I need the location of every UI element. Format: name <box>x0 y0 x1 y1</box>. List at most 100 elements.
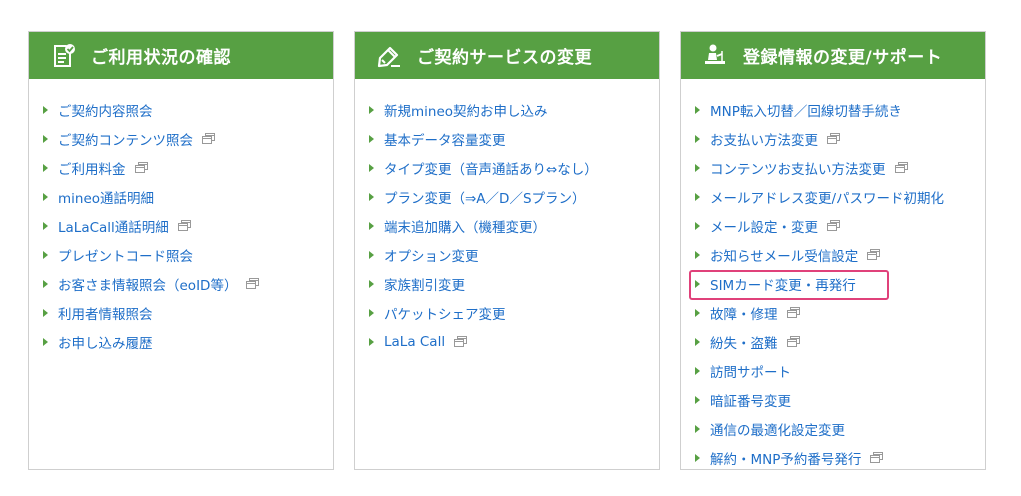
external-window-icon <box>870 452 884 463</box>
external-window-icon <box>454 336 468 347</box>
arrow-icon <box>43 279 48 288</box>
menu-link[interactable]: SIMカード変更・再発行 <box>710 274 856 294</box>
menu-item-present-code[interactable]: プレゼントコード照会 <box>29 240 333 269</box>
arrow-icon <box>43 221 48 230</box>
menu-list: MNP転入切替／回線切替手続き お支払い方法変更 コンテンツお支払い方法変更 メ… <box>681 79 985 472</box>
menu-link[interactable]: お申し込み履歴 <box>58 332 153 352</box>
menu-link[interactable]: 故障・修理 <box>710 303 778 323</box>
pencil-edit-icon <box>377 46 400 67</box>
panel-header: ご契約サービスの変更 <box>355 32 659 79</box>
menu-item-email-password[interactable]: メールアドレス変更/パスワード初期化 <box>681 182 985 211</box>
menu-list: ご契約内容照会 ご契約コンテンツ照会 ご利用料金 mineo通話明細 LaLaC… <box>29 79 333 356</box>
arrow-icon <box>695 279 700 288</box>
external-window-icon <box>786 307 800 318</box>
external-window-icon <box>827 220 840 231</box>
menu-item-pin-change[interactable]: 暗証番号変更 <box>681 385 985 414</box>
panel-header: 登録情報の変更/サポート <box>681 32 985 79</box>
menu-item-mnp-transfer[interactable]: MNP転入切替／回線切替手続き <box>681 95 985 124</box>
menu-link[interactable]: ご利用料金 <box>58 158 126 178</box>
menu-link[interactable]: 基本データ容量変更 <box>384 129 506 149</box>
arrow-icon <box>369 308 374 317</box>
arrow-icon <box>695 105 700 114</box>
arrow-icon <box>43 250 48 259</box>
menu-link[interactable]: ご契約内容照会 <box>58 100 153 120</box>
arrow-icon <box>369 337 374 346</box>
menu-item-device-purchase[interactable]: 端末追加購入（機種変更） <box>355 211 659 240</box>
menu-list: 新規mineo契約お申し込み 基本データ容量変更 タイプ変更（音声通話あり⇔なし… <box>355 79 659 356</box>
menu-item-mineo-call-details[interactable]: mineo通話明細 <box>29 182 333 211</box>
menu-link[interactable]: プレゼントコード照会 <box>58 245 193 265</box>
menu-item-cancellation-mnp[interactable]: 解約・MNP予約番号発行 <box>681 443 985 472</box>
menu-link[interactable]: 紛失・盗難 <box>710 332 778 352</box>
menu-link[interactable]: パケットシェア変更 <box>384 303 506 323</box>
menu-item-customer-info[interactable]: お客さま情報照会（eoID等） <box>29 269 333 298</box>
menu-link[interactable]: 利用者情報照会 <box>58 303 153 323</box>
arrow-icon <box>369 163 374 172</box>
arrow-icon <box>695 366 700 375</box>
menu-item-contents-inquiry[interactable]: ご契約コンテンツ照会 <box>29 124 333 153</box>
menu-link[interactable]: お知らせメール受信設定 <box>710 245 858 265</box>
menu-link[interactable]: メール設定・変更 <box>710 216 818 236</box>
menu-item-type-change[interactable]: タイプ変更（音声通話あり⇔なし） <box>355 153 659 182</box>
menu-item-loss-theft[interactable]: 紛失・盗難 <box>681 327 985 356</box>
menu-link[interactable]: タイプ変更（音声通話あり⇔なし） <box>384 158 598 178</box>
menu-item-payment-method[interactable]: お支払い方法変更 <box>681 124 985 153</box>
menu-item-plan-change[interactable]: プラン変更（⇒A／D／Sプラン） <box>355 182 659 211</box>
menu-link[interactable]: 通信の最適化設定変更 <box>710 419 845 439</box>
arrow-icon <box>369 250 374 259</box>
menu-item-family-discount[interactable]: 家族割引変更 <box>355 269 659 298</box>
panel-registration-support: 登録情報の変更/サポート MNP転入切替／回線切替手続き お支払い方法変更 コン… <box>680 31 986 470</box>
menu-item-packet-share[interactable]: パケットシェア変更 <box>355 298 659 327</box>
menu-item-option-change[interactable]: オプション変更 <box>355 240 659 269</box>
arrow-icon <box>369 221 374 230</box>
menu-link[interactable]: プラン変更（⇒A／D／Sプラン） <box>384 187 586 207</box>
menu-item-repair[interactable]: 故障・修理 <box>681 298 985 327</box>
menu-link[interactable]: LaLaCall通話明細 <box>58 216 169 236</box>
external-window-icon <box>134 162 148 173</box>
menu-link[interactable]: コンテンツお支払い方法変更 <box>710 158 886 178</box>
menu-item-usage-fees[interactable]: ご利用料金 <box>29 153 333 182</box>
menu-link[interactable]: LaLa Call <box>384 334 445 350</box>
menu-link[interactable]: ご契約コンテンツ照会 <box>58 129 193 149</box>
menu-item-application-history[interactable]: お申し込み履歴 <box>29 327 333 356</box>
arrow-icon <box>369 279 374 288</box>
menu-link[interactable]: オプション変更 <box>384 245 479 265</box>
menu-link[interactable]: 家族割引変更 <box>384 274 465 294</box>
menu-item-contract-details[interactable]: ご契約内容照会 <box>29 95 333 124</box>
menu-item-lalacall-details[interactable]: LaLaCall通話明細 <box>29 211 333 240</box>
external-window-icon <box>786 336 800 347</box>
menu-item-sim-card-reissue[interactable]: SIMカード変更・再発行 <box>681 269 985 300</box>
menu-item-optimization-settings[interactable]: 通信の最適化設定変更 <box>681 414 985 443</box>
arrow-icon <box>695 308 700 317</box>
arrow-icon <box>43 308 48 317</box>
menu-item-contents-payment[interactable]: コンテンツお支払い方法変更 <box>681 153 985 182</box>
panel-header: ご利用状況の確認 <box>29 32 333 79</box>
menu-item-lalacall[interactable]: LaLa Call <box>355 327 659 356</box>
menu-item-mail-settings[interactable]: メール設定・変更 <box>681 211 985 240</box>
menu-item-new-contract[interactable]: 新規mineo契約お申し込み <box>355 95 659 124</box>
arrow-icon <box>695 453 700 462</box>
panel-title: ご利用状況の確認 <box>91 48 231 68</box>
menu-link[interactable]: メールアドレス変更/パスワード初期化 <box>710 187 944 207</box>
menu-link[interactable]: mineo通話明細 <box>58 187 154 207</box>
menu-link[interactable]: MNP転入切替／回線切替手続き <box>710 100 902 120</box>
panel-title: 登録情報の変更/サポート <box>743 48 943 68</box>
menu-link[interactable]: 訪問サポート <box>710 361 791 381</box>
arrow-icon <box>43 163 48 172</box>
menu-item-visit-support[interactable]: 訪問サポート <box>681 356 985 385</box>
menu-link[interactable]: お支払い方法変更 <box>710 129 818 149</box>
menu-link[interactable]: 解約・MNP予約番号発行 <box>710 448 861 468</box>
menu-item-data-capacity[interactable]: 基本データ容量変更 <box>355 124 659 153</box>
menu-item-notification-mail[interactable]: お知らせメール受信設定 <box>681 240 985 269</box>
menu-link[interactable]: お客さま情報照会（eoID等） <box>58 274 237 294</box>
menu-link[interactable]: 暗証番号変更 <box>710 390 791 410</box>
menu-item-user-info[interactable]: 利用者情報照会 <box>29 298 333 327</box>
arrow-icon <box>695 134 700 143</box>
menu-link[interactable]: 端末追加購入（機種変更） <box>384 216 546 236</box>
arrow-icon <box>695 163 700 172</box>
menu-link[interactable]: 新規mineo契約お申し込み <box>384 100 548 120</box>
arrow-icon <box>695 337 700 346</box>
arrow-icon <box>695 395 700 404</box>
arrow-icon <box>695 250 700 259</box>
person-desk-icon <box>705 44 725 64</box>
